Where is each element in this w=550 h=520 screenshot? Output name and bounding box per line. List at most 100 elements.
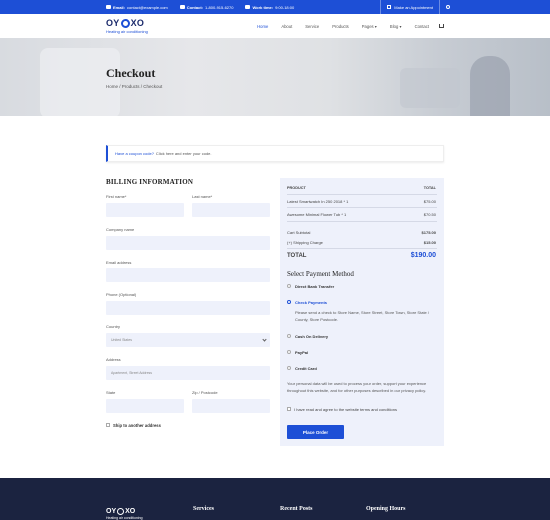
payment-label: Check Payments	[295, 300, 328, 305]
chevron-down-icon	[262, 337, 267, 342]
hero-background	[470, 56, 510, 116]
coupon-link[interactable]: Have a coupon code?	[115, 151, 154, 156]
email-input[interactable]	[106, 268, 270, 282]
nav-item-pages[interactable]: Pages ▾	[362, 24, 377, 29]
calendar-icon	[387, 5, 392, 9]
email-label: Email address	[106, 260, 132, 265]
payment-label: Credit Card	[295, 366, 317, 371]
payment-radio-check[interactable]	[287, 300, 291, 304]
last-name-label: Last name*	[192, 194, 213, 199]
order-summary: PRODUCT TOTAL Latest Smartwatch In 250 2…	[280, 178, 444, 446]
coupon-notice: Have a coupon code? Click here and enter…	[106, 145, 444, 162]
fan-icon	[117, 508, 125, 515]
terms-checkbox[interactable]	[287, 407, 291, 411]
logo-wordmark: OY XO	[106, 18, 145, 28]
phone-input[interactable]	[106, 301, 270, 315]
payment-radio-cod[interactable]	[287, 334, 291, 338]
col-product-header: PRODUCT	[287, 186, 306, 190]
logo-tagline: Heating air conditioning	[106, 29, 148, 34]
phone-label: Phone (Optional)	[106, 292, 137, 297]
hero-background	[40, 48, 120, 116]
ship-different-label: Ship to another address	[113, 423, 161, 428]
divider	[287, 221, 437, 222]
payment-label: PayPal	[295, 350, 309, 355]
order-item-total: $75.00	[423, 199, 436, 204]
first-name-input[interactable]	[106, 203, 184, 217]
nav-item-contact[interactable]: Contact	[415, 24, 429, 29]
logo-tagline: Heating air conditioning	[106, 516, 143, 520]
terms-label: I have read and agree to the website ter…	[294, 407, 397, 412]
nav-item-service[interactable]: Service	[305, 24, 319, 29]
site-header: OY XO Heating air conditioning Home About…	[0, 14, 550, 38]
divider	[439, 0, 440, 14]
nav-item-products[interactable]: Products	[332, 24, 349, 29]
zip-input[interactable]	[192, 399, 270, 413]
fan-icon	[120, 18, 130, 28]
nav-item-home[interactable]: Home	[257, 24, 268, 29]
worktime-info: Work time: 9:00-18:00	[245, 5, 294, 10]
country-value: United States	[111, 338, 133, 342]
country-label: Country	[106, 324, 121, 329]
country-select[interactable]: United States	[106, 333, 270, 347]
clock-icon	[245, 5, 251, 9]
order-item-name: Latest Smartwatch In 250 2018 * 1	[287, 199, 349, 204]
address-label: Address	[106, 357, 121, 362]
mail-icon	[106, 5, 111, 9]
divider	[287, 248, 437, 249]
first-name-label: First name*	[106, 194, 127, 199]
last-name-input[interactable]	[192, 203, 270, 217]
page-title: Checkout	[106, 66, 156, 80]
nav-item-blog[interactable]: Blog ▾	[390, 24, 402, 29]
main-nav: Home About Service Products Pages ▾ Blog ▾ Con…	[244, 24, 444, 29]
total-label: TOTAL	[287, 253, 307, 259]
total-value: $190.00	[410, 252, 436, 259]
subtotal-value: $175.00	[421, 230, 436, 235]
payment-label: Direct Bank Transfer	[295, 284, 335, 289]
contact-info[interactable]: Contact: 1-800-915-6270	[179, 5, 233, 10]
order-item-name: Awesome Minimal Flower Tub * 1	[287, 212, 347, 217]
state-label: State	[106, 390, 116, 395]
address-placeholder: Apartment, Street Address	[111, 371, 153, 375]
shipping-value: $15.00	[423, 240, 436, 245]
zip-label: Zip / Postcode	[192, 390, 218, 395]
divider	[287, 207, 437, 208]
search-icon[interactable]	[446, 5, 450, 9]
logo-wordmark: OY XO	[106, 508, 136, 515]
page-hero: Checkout Home / Products / Checkout	[0, 38, 550, 116]
privacy-notice: Your personal data will be used to proce…	[287, 381, 427, 393]
email-info[interactable]: Email: contact@example.com	[106, 5, 168, 10]
check-payment-description: Please send a check to Store Name, Store…	[295, 310, 429, 322]
nav-item-about[interactable]: About	[281, 24, 292, 29]
company-input[interactable]	[106, 236, 270, 250]
footer-services-title: Services	[193, 506, 214, 512]
payment-label: Cash On Delivery	[295, 334, 329, 339]
payment-title: Select Payment Method	[287, 270, 354, 278]
appointment-link[interactable]: Make an Appointment	[394, 5, 433, 10]
divider	[287, 194, 437, 195]
site-footer: OY XO Heating air conditioning Services …	[0, 478, 550, 520]
billing-title: BILLING INFORMATION	[106, 178, 194, 186]
payment-radio-bank[interactable]	[287, 284, 291, 288]
footer-recent-posts-title: Recent Posts	[280, 506, 313, 512]
ship-different-checkbox[interactable]	[106, 423, 110, 427]
company-label: Company name	[106, 227, 135, 232]
state-input[interactable]	[106, 399, 184, 413]
address-input[interactable]: Apartment, Street Address	[106, 366, 270, 380]
col-total-header: TOTAL	[423, 186, 436, 190]
divider	[380, 0, 382, 14]
subtotal-label: Cart Subtotal	[287, 230, 311, 235]
order-item-total: $70.50	[423, 212, 436, 217]
cart-icon[interactable]	[439, 24, 444, 28]
coupon-text: Click here and enter your code.	[155, 151, 212, 156]
phone-icon	[179, 5, 185, 9]
breadcrumb[interactable]: Home / Products / Checkout	[106, 84, 162, 89]
payment-radio-paypal[interactable]	[287, 350, 291, 354]
top-bar: Email: contact@example.com Contact: 1-80…	[0, 0, 550, 14]
footer-logo[interactable]: OY XO Heating air conditioning	[106, 508, 143, 520]
site-logo[interactable]: OY XO Heating air conditioning	[106, 18, 148, 34]
shipping-label: (+) Shipping Charge	[287, 240, 323, 245]
footer-opening-hours-title: Opening Hours	[366, 506, 406, 512]
place-order-button[interactable]: Place Order	[287, 425, 344, 439]
hero-background	[400, 68, 460, 108]
payment-radio-card[interactable]	[287, 366, 291, 370]
